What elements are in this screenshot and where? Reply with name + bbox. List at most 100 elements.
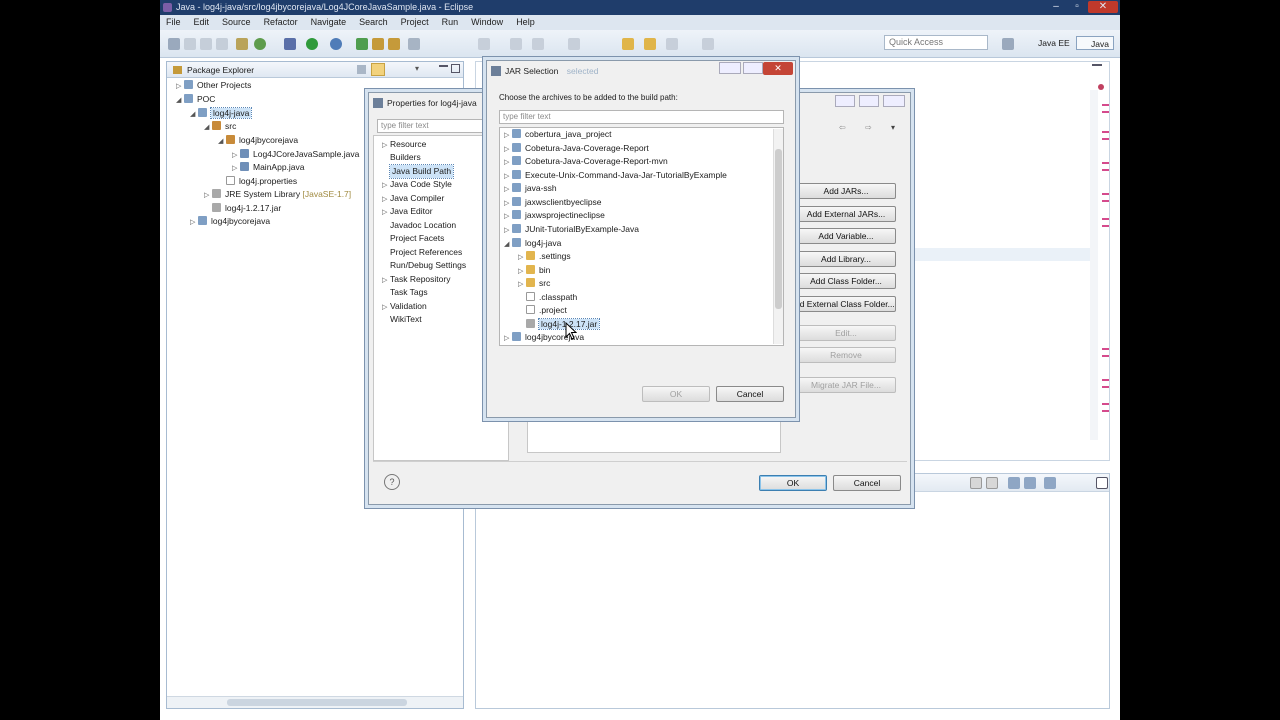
jar-dialog-minimize-button[interactable] xyxy=(719,62,741,74)
scroll-lock-icon[interactable] xyxy=(970,477,982,489)
menu-run[interactable]: Run xyxy=(442,17,459,27)
open-perspective-icon[interactable] xyxy=(1002,38,1014,50)
menu-refactor[interactable]: Refactor xyxy=(264,17,298,27)
maximize-console-icon[interactable] xyxy=(1096,477,1108,489)
tree-item-log4jcorejavasample[interactable]: ▷ Log4JCoreJavaSample.java xyxy=(232,148,359,161)
pin-console-icon[interactable] xyxy=(1008,477,1020,489)
nav-run-debug-settings[interactable]: Run/Debug Settings xyxy=(390,259,466,272)
toggle-mark-icon[interactable] xyxy=(532,38,544,50)
next-annotation-icon[interactable] xyxy=(478,38,490,50)
print-icon[interactable] xyxy=(216,38,228,50)
external-tools-icon[interactable] xyxy=(330,38,342,50)
quick-access-input[interactable]: Quick Access xyxy=(884,35,988,50)
add-library-button[interactable]: Add Library... xyxy=(796,251,896,267)
pin-editor-icon[interactable] xyxy=(702,38,714,50)
nav-project-references[interactable]: Project References xyxy=(390,246,462,259)
pin-icon[interactable] xyxy=(510,38,522,50)
help-icon[interactable]: ? xyxy=(384,474,400,490)
properties-close-button[interactable] xyxy=(883,95,905,107)
jar-tree-item[interactable]: ▷ Execute-Unix-Command-Java-Jar-TutorialB… xyxy=(504,169,727,182)
add-class-folder-button[interactable]: Add Class Folder... xyxy=(796,273,896,289)
view-menu-icon[interactable]: ▾ xyxy=(415,64,425,74)
menu-help[interactable]: Help xyxy=(516,17,535,27)
properties-minimize-button[interactable] xyxy=(835,95,855,107)
properties-maximize-button[interactable] xyxy=(859,95,879,107)
tree-item-log4jbycorejava[interactable]: ▷ log4jbycorejava xyxy=(190,215,270,228)
open-console-icon[interactable] xyxy=(1044,477,1056,489)
minimize-view-icon[interactable] xyxy=(439,65,448,67)
search-icon[interactable] xyxy=(408,38,420,50)
back-nav-icon[interactable]: ⇦ xyxy=(839,123,849,133)
nav-task-repository[interactable]: ▷ Task Repository xyxy=(382,273,450,286)
save-icon[interactable] xyxy=(184,38,196,50)
jar-filter-input[interactable]: type filter text xyxy=(499,110,784,124)
jar-tree-item[interactable]: .project xyxy=(526,304,567,317)
nav-wikitext[interactable]: WikiText xyxy=(390,313,422,326)
refresh-icon[interactable] xyxy=(254,38,266,50)
back-icon[interactable] xyxy=(622,38,634,50)
jar-cancel-button[interactable]: Cancel xyxy=(716,386,784,402)
jar-ok-button[interactable]: OK xyxy=(642,386,710,402)
editor-minimize-icon[interactable] xyxy=(1092,64,1102,72)
menu-search[interactable]: Search xyxy=(359,17,388,27)
tree-item-jre-library[interactable]: ▷ JRE System Library [JavaSE-1.7] xyxy=(204,188,351,201)
edit-button[interactable]: Edit... xyxy=(796,325,896,341)
add-jars-button[interactable]: Add JARs... xyxy=(796,183,896,199)
maximize-button[interactable]: ▫ xyxy=(1067,1,1087,13)
jar-tree-item[interactable]: ▷ jaxwsprojectineclipse xyxy=(504,209,605,222)
tree-item-package[interactable]: ◢ log4jbycorejava xyxy=(218,134,298,147)
nav-java-editor[interactable]: ▷ Java Editor xyxy=(382,205,433,218)
remove-button[interactable]: Remove xyxy=(796,347,896,363)
tree-item-log4j-jar[interactable]: log4j-1.2.17.jar xyxy=(204,202,281,215)
menu-edit[interactable]: Edit xyxy=(194,17,210,27)
properties-cancel-button[interactable]: Cancel xyxy=(833,475,901,491)
nav-arrow-icon[interactable] xyxy=(666,38,678,50)
new-java-project-icon[interactable] xyxy=(356,38,368,50)
jar-dialog-close-button[interactable]: ✕ xyxy=(763,62,793,75)
migrate-jar-button[interactable]: Migrate JAR File... xyxy=(796,377,896,393)
new-icon[interactable] xyxy=(168,38,180,50)
minimize-button[interactable]: – xyxy=(1045,1,1067,13)
collapse-all-icon[interactable] xyxy=(357,65,366,74)
tree-item-src[interactable]: ◢ src xyxy=(204,120,236,133)
jar-tree-item[interactable]: ▷ java-ssh xyxy=(504,182,557,195)
format-icon[interactable] xyxy=(568,38,580,50)
nav-java-code-style[interactable]: ▷ Java Code Style xyxy=(382,178,452,191)
nav-javadoc-location[interactable]: Javadoc Location xyxy=(390,219,456,232)
perspective-java[interactable]: Java xyxy=(1076,36,1114,50)
save-all-icon[interactable] xyxy=(200,38,212,50)
forward-nav-icon[interactable]: ⇨ xyxy=(865,123,875,133)
link-with-editor-icon[interactable] xyxy=(371,63,385,76)
forward-icon[interactable] xyxy=(644,38,656,50)
tree-item-other-projects[interactable]: ▷ Other Projects xyxy=(176,79,251,92)
jar-tree-item-selected[interactable]: log4j-1.2.17.jar xyxy=(526,318,601,331)
nav-builders[interactable]: Builders xyxy=(390,151,421,164)
open-type-icon[interactable] xyxy=(372,38,384,50)
run-icon[interactable] xyxy=(306,38,318,50)
build-icon[interactable] xyxy=(236,38,248,50)
display-console-icon[interactable] xyxy=(1024,477,1036,489)
editor-vertical-scrollbar[interactable] xyxy=(1090,90,1098,440)
tree-item-poc[interactable]: ◢ POC xyxy=(176,93,215,106)
tree-item-log4j-java[interactable]: ◢ log4j-java xyxy=(190,107,253,120)
add-external-jars-button[interactable]: Add External JARs... xyxy=(796,206,896,222)
menu-window[interactable]: Window xyxy=(471,17,503,27)
jar-tree-item[interactable]: ▷ bin xyxy=(518,264,550,277)
jar-tree-scroll-thumb[interactable] xyxy=(775,149,782,309)
jar-tree-scrollbar[interactable] xyxy=(773,129,783,344)
maximize-view-icon[interactable] xyxy=(451,64,460,73)
properties-ok-button[interactable]: OK xyxy=(759,475,827,491)
tree-item-log4j-properties[interactable]: log4j.properties xyxy=(218,175,297,188)
nav-task-tags[interactable]: Task Tags xyxy=(390,286,428,299)
perspective-java-ee[interactable]: Java EE xyxy=(1024,36,1074,50)
add-external-class-folder-button[interactable]: Add External Class Folder... xyxy=(788,296,896,312)
nav-java-build-path[interactable]: Java Build Path xyxy=(388,164,455,179)
jar-tree-item[interactable]: ◢ log4j-java xyxy=(504,237,561,250)
nav-menu-icon[interactable]: ▾ xyxy=(891,123,901,133)
scrollbar-thumb[interactable] xyxy=(227,699,407,706)
menu-file[interactable]: File xyxy=(166,17,181,27)
debug-icon[interactable] xyxy=(284,38,296,50)
jar-tree-item[interactable]: ▷ .settings xyxy=(518,250,571,263)
jar-tree-item[interactable]: ▷ Cobetura-Java-Coverage-Report xyxy=(504,142,649,155)
menu-source[interactable]: Source xyxy=(222,17,251,27)
